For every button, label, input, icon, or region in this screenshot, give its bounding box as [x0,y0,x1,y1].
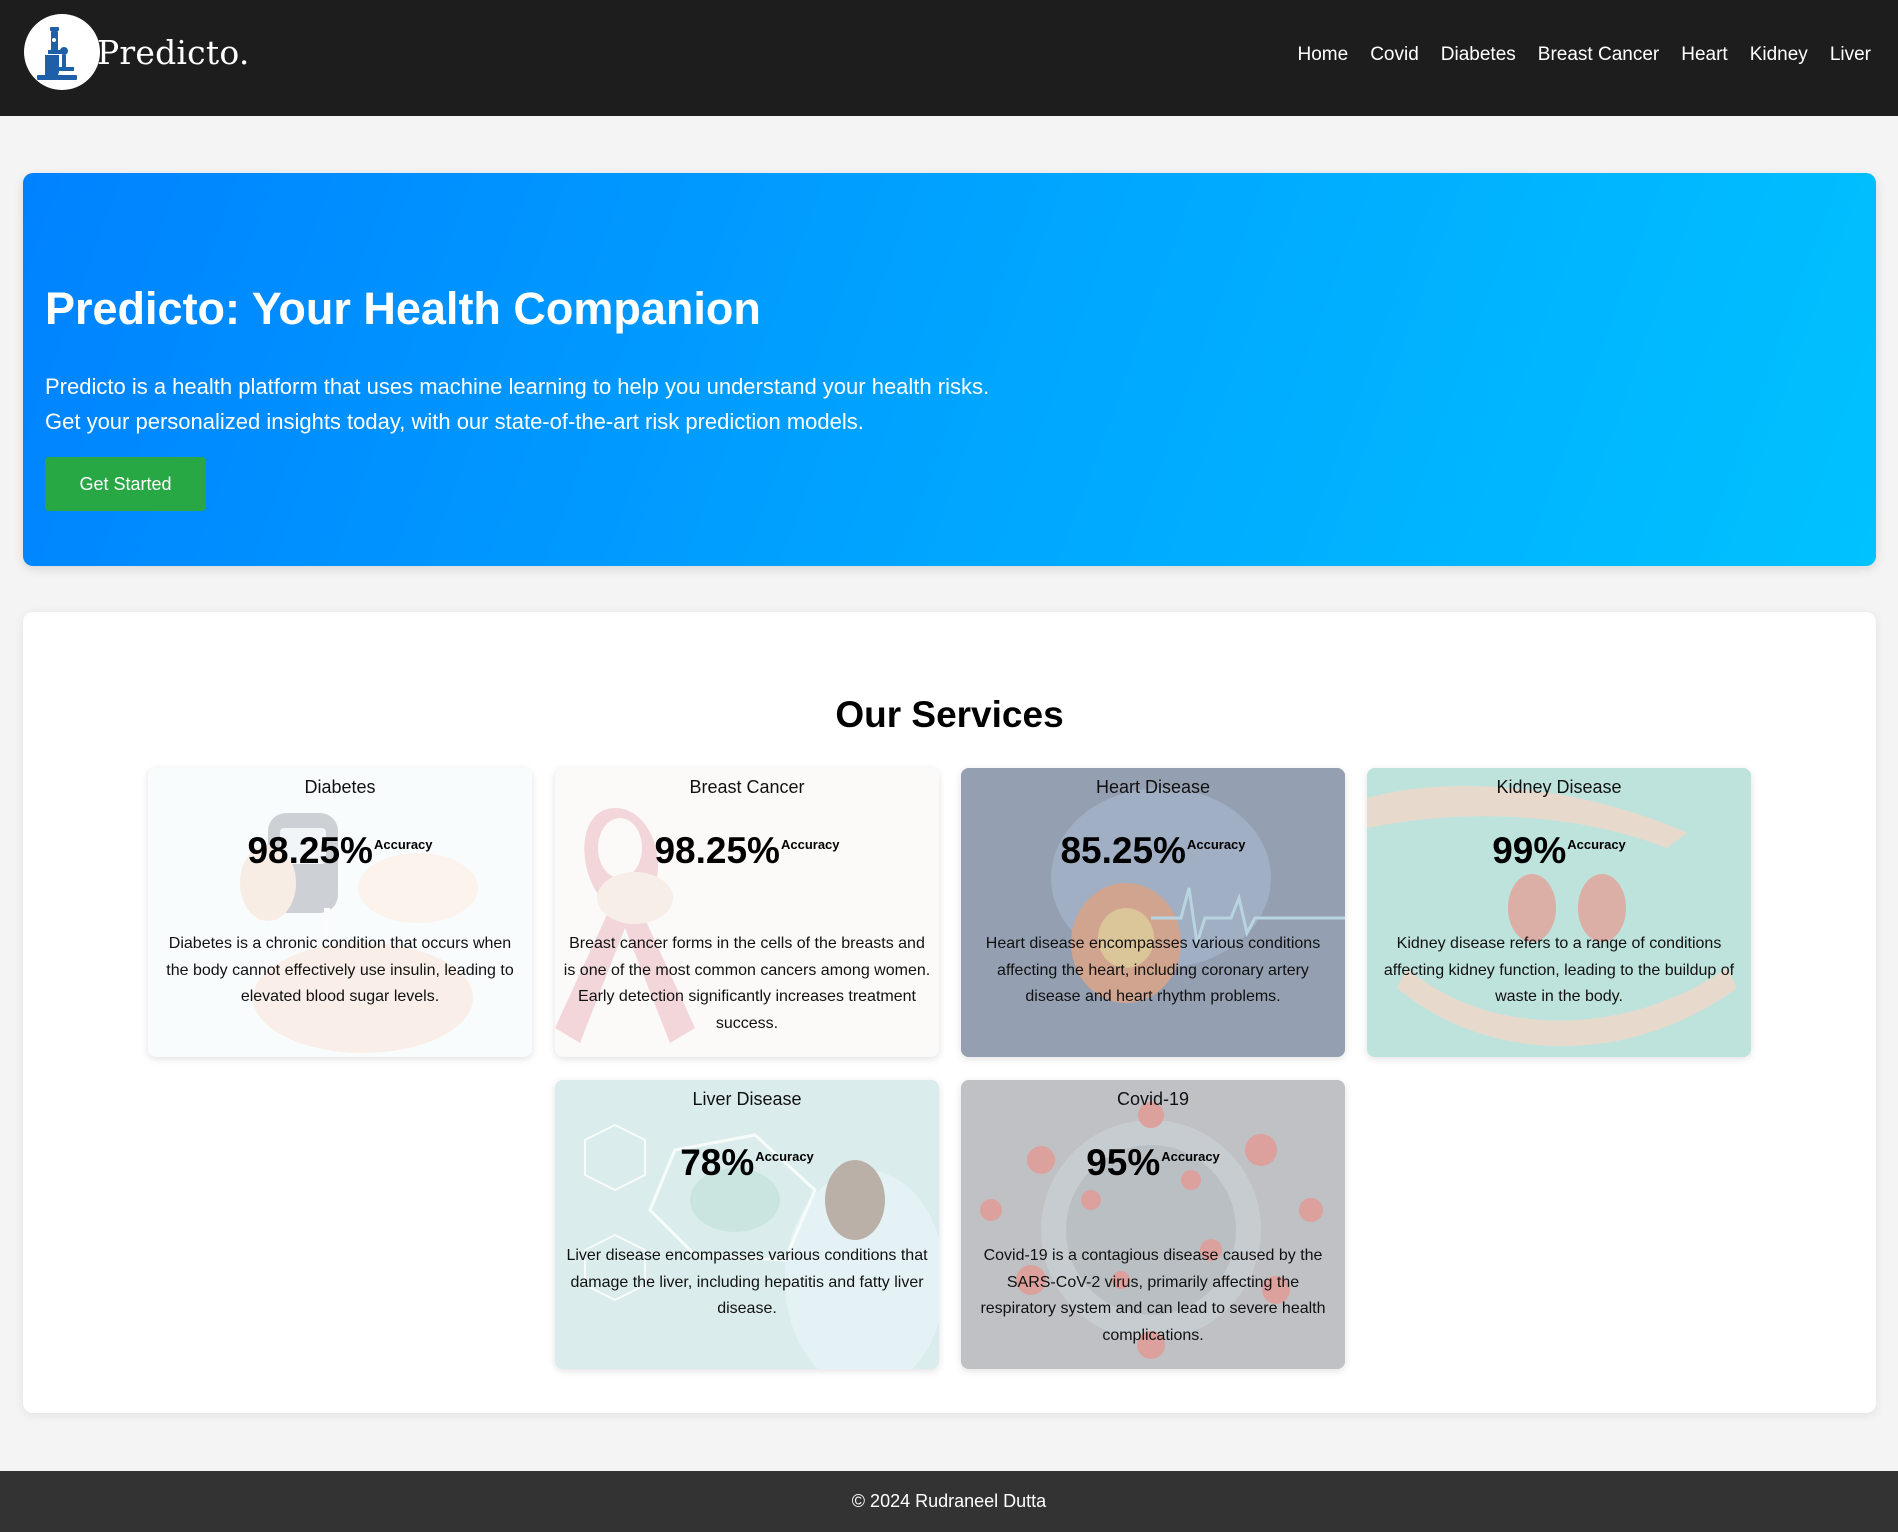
nav-link-liver[interactable]: Liver [1830,44,1871,66]
card-overlay [1367,768,1751,1057]
card-accuracy: 98.25%Accuracy [148,830,532,872]
service-card-covid-19[interactable]: Covid-19 95%Accuracy Covid-19 is a conta… [961,1080,1345,1369]
microscope-logo-icon [24,14,100,90]
copyright-text: © 2024 Rudraneel Dutta [851,1491,1047,1511]
services-title: Our Services [835,694,1064,735]
hero-banner: Predicto: Your Health Companion Predicto… [23,173,1876,566]
nav-link-covid[interactable]: Covid [1370,44,1419,66]
service-card-breast-cancer[interactable]: Breast Cancer 98.25%Accuracy Breast canc… [555,768,939,1057]
accuracy-label: Accuracy [1186,837,1246,852]
hero-title: Predicto: Your Health Companion [45,283,761,334]
card-title: Breast Cancer [689,777,805,797]
card-overlay [148,768,532,1057]
card-title: Covid-19 [1116,1089,1190,1109]
service-card-diabetes[interactable]: Diabetes 98.25%Accuracy Diabetes is a ch… [148,768,532,1057]
card-title: Liver Disease [692,1089,802,1109]
accuracy-label: Accuracy [1567,837,1626,852]
accuracy-value: 85.25% [1060,830,1186,871]
accuracy-label: Accuracy [1161,1149,1220,1164]
footer: © 2024 Rudraneel Dutta [0,1471,1898,1532]
hero-description: Predicto is a health platform that uses … [45,369,989,439]
card-description: Breast cancer forms in the cells of the … [563,935,931,1032]
card-accuracy: 99%Accuracy [1367,830,1751,872]
services-section: Our Services Diabetes 98.25%Accuracy Dia… [23,612,1876,1413]
card-description: Kidney disease refers to a range of cond… [1383,935,1735,1005]
accuracy-label: Accuracy [755,1149,814,1164]
card-title: Diabetes [304,777,376,797]
get-started-button[interactable]: Get Started [45,457,206,511]
card-description: Liver disease encompasses various condit… [566,1247,928,1317]
card-description: Covid-19 is a contagious disease caused … [980,1247,1326,1344]
card-overlay [555,1080,939,1369]
nav-link-diabetes[interactable]: Diabetes [1441,44,1516,66]
accuracy-value: 98.25% [654,830,780,871]
card-title: Kidney Disease [1496,777,1622,797]
card-description: Diabetes is a chronic condition that occ… [166,935,514,1005]
top-navbar: Predicto. Home Covid Diabetes Breast Can… [0,0,1898,116]
main-nav: Home Covid Diabetes Breast Cancer Heart … [1298,44,1871,66]
nav-link-breast-cancer[interactable]: Breast Cancer [1538,44,1659,66]
service-card-kidney-disease[interactable]: Kidney Disease 99%Accuracy Kidney diseas… [1367,768,1751,1057]
brand-name: Predicto. [97,32,250,72]
card-title: Heart Disease [1095,777,1211,797]
nav-link-heart[interactable]: Heart [1681,44,1727,66]
card-description: Heart disease encompasses various condit… [985,935,1321,1005]
card-accuracy: 95%Accuracy [961,1142,1345,1184]
hero-description-line-1: Predicto is a health platform that uses … [45,374,990,399]
card-accuracy: 98.25%Accuracy [555,830,939,872]
accuracy-value: 98.25% [247,830,373,871]
accuracy-label: Accuracy [780,837,840,852]
card-accuracy: 78%Accuracy [555,1142,939,1184]
accuracy-value: 95% [1086,1142,1161,1183]
hero-description-line-2: Get your personalized insights today, wi… [45,409,864,434]
service-card-liver-disease[interactable]: Liver Disease 78%Accuracy Liver disease … [555,1080,939,1369]
nav-link-kidney[interactable]: Kidney [1750,44,1808,66]
card-accuracy: 85.25%Accuracy [961,830,1345,872]
accuracy-label: Accuracy [373,837,433,852]
card-overlay [961,768,1345,1057]
accuracy-value: 99% [1492,830,1567,871]
brand[interactable]: Predicto. [24,14,250,90]
nav-link-home[interactable]: Home [1298,44,1349,66]
service-card-heart-disease[interactable]: Heart Disease 85.25%Accuracy Heart disea… [961,768,1345,1057]
accuracy-value: 78% [680,1142,755,1183]
